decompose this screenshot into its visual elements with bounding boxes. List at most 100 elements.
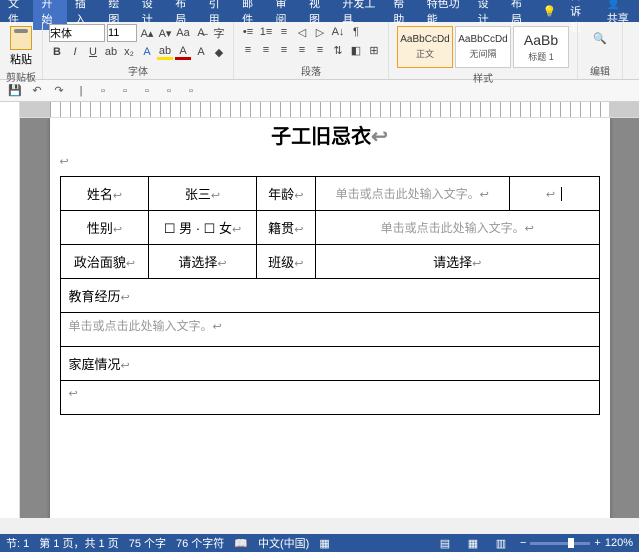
font-size-input[interactable]	[107, 24, 137, 42]
bold-button[interactable]: B	[49, 44, 65, 60]
cell-edu-body[interactable]: 单击或点击此处输入文字。↩	[60, 313, 599, 347]
find-icon[interactable]: 🔍	[590, 28, 610, 48]
edit-group: 🔍 编辑	[578, 22, 623, 79]
cell-age-value[interactable]: 单击或点击此处输入文字。↩	[315, 177, 509, 211]
cell-photo[interactable]: ↩	[509, 177, 599, 211]
decrease-indent-button[interactable]: ◁	[294, 24, 310, 40]
cell-family-body[interactable]: ↩	[60, 381, 599, 415]
table-row: 单击或点击此处输入文字。↩	[60, 313, 599, 347]
underline-button[interactable]: U	[85, 44, 101, 60]
style-normal[interactable]: AaBbCcDd 正文	[397, 26, 453, 68]
menu-bar: 文件 开始 插入 绘图 设计 布局 引用 邮件 审阅 视图 开发工具 帮助 特色…	[0, 0, 639, 22]
undo-button[interactable]: ↶	[28, 82, 46, 100]
status-chars[interactable]: 76 个字符	[176, 535, 224, 551]
cell-origin-value[interactable]: 单击或点击此处输入文字。↩	[315, 211, 599, 245]
style-heading1[interactable]: AaBb 标题 1	[513, 26, 569, 68]
cell-edu-label[interactable]: 教育经历↩	[60, 279, 599, 313]
form-table: 姓名↩ 张三↩ 年龄↩ 单击或点击此处输入文字。↩ ↩ 性别↩ ☐ 男 · ☐ …	[60, 176, 600, 415]
doc-title[interactable]: 子工旧忌衣↩	[60, 118, 600, 155]
status-page[interactable]: 第 1 页，共 1 页	[39, 535, 118, 551]
char-shading-button[interactable]: ◆	[211, 44, 227, 60]
font-title: 字体	[49, 63, 227, 79]
cell-origin-label[interactable]: 籍贯↩	[256, 211, 315, 245]
cell-gender-value[interactable]: ☐ 男 · ☐ 女↩	[149, 211, 256, 245]
highlight-button[interactable]: ab	[157, 44, 173, 60]
zoom-out-button[interactable]: −	[520, 537, 526, 549]
numbering-button[interactable]: 1≡	[258, 24, 274, 40]
qat-btn2[interactable]: ▫	[116, 82, 134, 100]
borders-button[interactable]: ⊞	[366, 42, 382, 58]
zoom-slider[interactable]	[530, 542, 590, 545]
document-area[interactable]: 子工旧忌衣↩ ↩ 姓名↩ 张三↩ 年龄↩ 单击或点击此处输入文字。↩ ↩ 性别↩…	[20, 118, 639, 518]
qat-btn3[interactable]: ▫	[138, 82, 156, 100]
font-name-input[interactable]	[49, 24, 105, 42]
style-preview: AaBbCcDd	[400, 34, 449, 45]
strike-button[interactable]: ab	[103, 44, 119, 60]
cell-politics-value[interactable]: 请选择↩	[149, 245, 256, 279]
vertical-ruler	[0, 102, 20, 518]
cell-name-value[interactable]: 张三↩	[149, 177, 256, 211]
save-button[interactable]: 💾	[6, 82, 24, 100]
paste-button[interactable]: 粘贴	[6, 24, 36, 69]
status-language[interactable]: 中文(中国)	[258, 535, 309, 551]
clear-format-button[interactable]: A̶	[193, 25, 209, 41]
cell-politics-label[interactable]: 政治面貌↩	[60, 245, 149, 279]
cell-gender-label[interactable]: 性别↩	[60, 211, 149, 245]
italic-button[interactable]: I	[67, 44, 83, 60]
view-read-button[interactable]: ▤	[436, 534, 454, 552]
table-row: ↩	[60, 381, 599, 415]
qat-btn5[interactable]: ▫	[182, 82, 200, 100]
align-left-button[interactable]: ≡	[240, 42, 256, 58]
show-marks-button[interactable]: ¶	[348, 24, 364, 40]
zoom-in-button[interactable]: +	[594, 537, 600, 549]
cell-name-label[interactable]: 姓名↩	[60, 177, 149, 211]
grow-font-button[interactable]: A▴	[139, 25, 155, 41]
align-right-button[interactable]: ≡	[276, 42, 292, 58]
char-border-button[interactable]: A	[193, 44, 209, 60]
view-web-button[interactable]: ▥	[492, 534, 510, 552]
paste-label: 粘贴	[10, 51, 32, 67]
table-row: 家庭情况↩	[60, 347, 599, 381]
status-words[interactable]: 75 个字	[129, 535, 166, 551]
paragraph-group: •≡ 1≡ ≡ ◁ ▷ A↓ ¶ ≡ ≡ ≡ ≡ ≡ ⇅ ◧ ⊞ 段落	[234, 22, 389, 79]
align-center-button[interactable]: ≡	[258, 42, 274, 58]
multilevel-button[interactable]: ≡	[276, 24, 292, 40]
distribute-button[interactable]: ≡	[312, 42, 328, 58]
style-label: 正文	[416, 47, 434, 60]
bullets-button[interactable]: •≡	[240, 24, 256, 40]
redo-button[interactable]: ↷	[50, 82, 68, 100]
subscript-button[interactable]: x₂	[121, 44, 137, 60]
shrink-font-button[interactable]: A▾	[157, 25, 173, 41]
status-spellcheck-icon[interactable]: 📖	[234, 537, 248, 550]
qat-sep: |	[72, 82, 90, 100]
view-print-button[interactable]: ▦	[464, 534, 482, 552]
zoom-level[interactable]: 120%	[605, 537, 633, 549]
increase-indent-button[interactable]: ▷	[312, 24, 328, 40]
clipboard-group: 粘贴 剪贴板	[0, 22, 43, 79]
status-bar: 节: 1 第 1 页，共 1 页 75 个字 76 个字符 📖 中文(中国) ▦…	[0, 534, 639, 552]
qat-btn4[interactable]: ▫	[160, 82, 178, 100]
status-rec-icon[interactable]: ▦	[319, 537, 329, 550]
style-preview: AaBbCcDd	[458, 34, 507, 45]
sort-button[interactable]: A↓	[330, 24, 346, 40]
change-case-button[interactable]: Aa	[175, 25, 191, 41]
paragraph-title: 段落	[240, 63, 382, 79]
line-spacing-button[interactable]: ⇅	[330, 42, 346, 58]
style-label: 标题 1	[528, 50, 554, 63]
cell-class-value[interactable]: 请选择↩	[315, 245, 599, 279]
qat-btn1[interactable]: ▫	[94, 82, 112, 100]
clipboard-icon	[10, 26, 32, 50]
shading-button[interactable]: ◧	[348, 42, 364, 58]
styles-title: 样式	[395, 70, 571, 86]
cell-age-label[interactable]: 年龄↩	[256, 177, 315, 211]
cell-class-label[interactable]: 班级↩	[256, 245, 315, 279]
phonetic-button[interactable]: 字	[211, 25, 227, 41]
font-group: A▴ A▾ Aa A̶ 字 B I U ab x₂ A ab A A ◆ 字体	[43, 22, 234, 79]
style-nospacing[interactable]: AaBbCcDd 无间隔	[455, 26, 511, 68]
cell-family-label[interactable]: 家庭情况↩	[60, 347, 599, 381]
font-color-button[interactable]: A	[175, 44, 191, 60]
table-row: 姓名↩ 张三↩ 年龄↩ 单击或点击此处输入文字。↩ ↩	[60, 177, 599, 211]
text-effects-button[interactable]: A	[139, 44, 155, 60]
justify-button[interactable]: ≡	[294, 42, 310, 58]
status-section[interactable]: 节: 1	[6, 535, 29, 551]
